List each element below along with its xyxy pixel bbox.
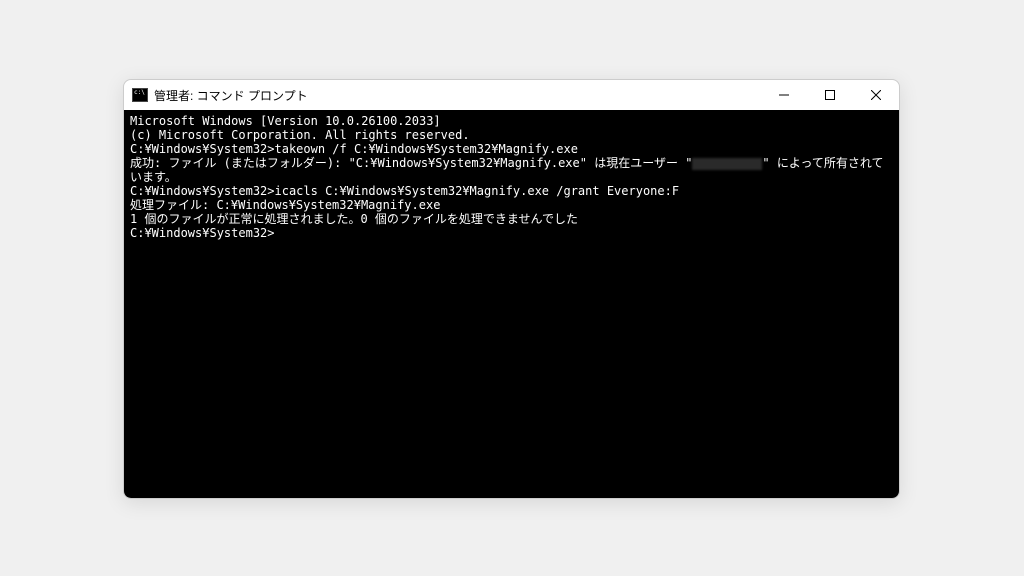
- maximize-button[interactable]: [807, 80, 853, 110]
- command-prompt-window: 管理者: コマンド プロンプト Microsoft Windows [Versi…: [123, 79, 900, 499]
- output-line: 処理ファイル: C:¥Windows¥System32¥Magnify.exe: [130, 198, 893, 212]
- titlebar[interactable]: 管理者: コマンド プロンプト: [124, 80, 899, 110]
- output-line: (c) Microsoft Corporation. All rights re…: [130, 128, 893, 142]
- prompt-line: C:¥Windows¥System32>: [130, 226, 893, 240]
- terminal-output: Microsoft Windows [Version 10.0.26100.20…: [130, 114, 893, 240]
- terminal-area[interactable]: Microsoft Windows [Version 10.0.26100.20…: [124, 110, 899, 498]
- output-line: Microsoft Windows [Version 10.0.26100.20…: [130, 114, 893, 128]
- window-controls: [761, 80, 899, 110]
- output-line: 成功: ファイル (またはフォルダー): "C:¥Windows¥System3…: [130, 156, 893, 184]
- output-line: 1 個のファイルが正常に処理されました。0 個のファイルを処理できませんでした: [130, 212, 893, 226]
- redacted-username: [692, 158, 762, 170]
- window-title: 管理者: コマンド プロンプト: [154, 87, 308, 104]
- output-line: C:¥Windows¥System32>icacls C:¥Windows¥Sy…: [130, 184, 893, 198]
- cmd-icon: [132, 88, 148, 102]
- maximize-icon: [825, 90, 835, 100]
- minimize-button[interactable]: [761, 80, 807, 110]
- minimize-icon: [779, 90, 789, 100]
- close-icon: [871, 90, 881, 100]
- output-line: C:¥Windows¥System32>takeown /f C:¥Window…: [130, 142, 893, 156]
- close-button[interactable]: [853, 80, 899, 110]
